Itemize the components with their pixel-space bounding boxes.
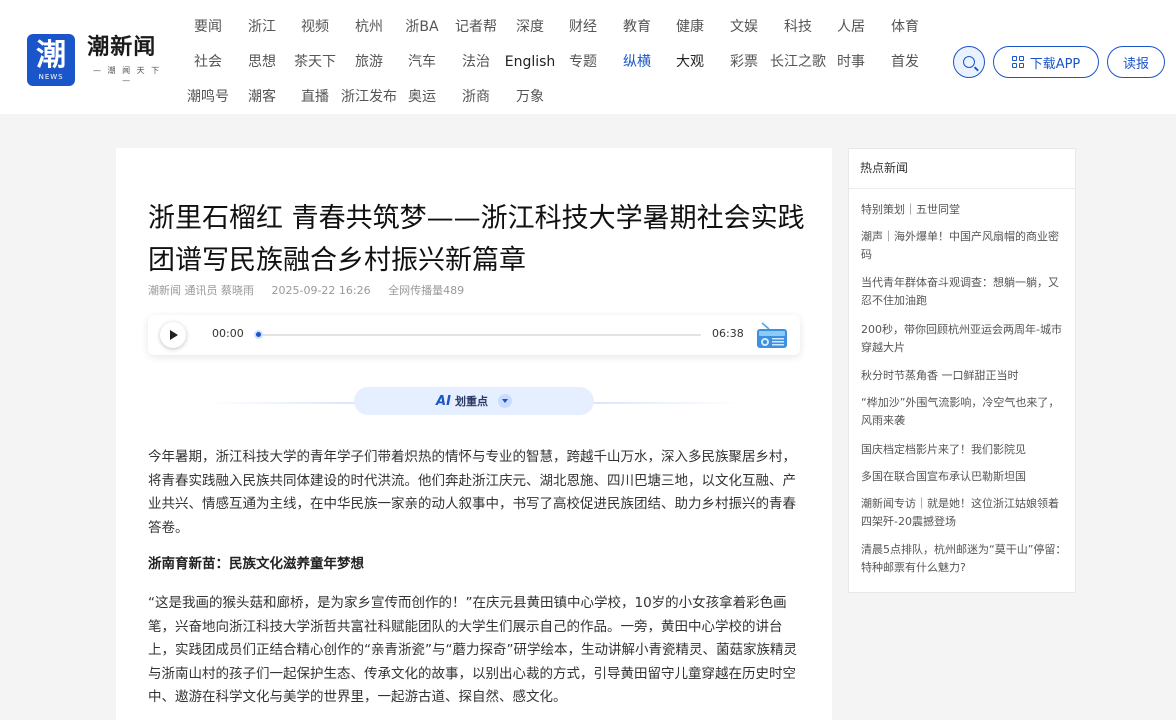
sidebar-divider [849,188,1075,189]
play-icon [170,330,178,340]
nav-item[interactable]: 潮鸣号 [180,80,236,114]
article-subhead: 浙南育新苗：民族文化滋养童年梦想 [148,556,364,572]
article-meta: 潮新闻 通讯员 蔡晓雨 2025-09-22 16:26 全网传播量489 [148,282,478,298]
nav-item[interactable]: 深度 [502,10,558,44]
nav-item[interactable]: 浙江 [234,10,290,44]
logo-text: 潮新闻 — 潮 闻 天 下 — [87,35,167,85]
nav-item[interactable]: 人居 [823,10,879,44]
nav-item[interactable]: 体育 [877,10,933,44]
hot-news-item[interactable]: 秋分时节蒸角香 一口鲜甜正当时 [861,367,1069,385]
brand-slogan: — 潮 闻 天 下 — [93,66,162,85]
nav-item[interactable]: 要闻 [180,10,236,44]
hot-news-item[interactable]: 国庆档定档影片来了！我们影院见 [861,441,1069,459]
article-paragraph: 今年暑期，浙江科技大学的青年学子们带着炽热的情怀与专业的智慧，跨越千山万水，深入… [148,449,796,536]
nav-item[interactable]: 财经 [555,10,611,44]
read-paper-label: 读报 [1122,56,1149,72]
radio-icon [757,322,787,348]
logo-mark: 潮 NEWS [27,34,76,86]
nav-item[interactable]: 思想 [234,45,290,79]
nav-item[interactable]: 杭州 [341,10,397,44]
nav-item[interactable]: 旅游 [341,45,397,79]
article-reach: 全网传播量489 [388,284,465,297]
nav-item[interactable]: 健康 [662,10,718,44]
nav-item[interactable]: 浙商 [448,80,504,114]
nav-item[interactable]: 浙BA [394,10,450,44]
hot-news-sidebar: 热点新闻 特别策划｜五世同堂 潮声｜海外爆单！中国产风扇帽的商业密码 当代青年群… [848,148,1076,593]
hot-news-item[interactable]: 特别策划｜五世同堂 [861,201,1069,219]
nav-item[interactable]: 长江之歌 [770,45,826,79]
nav-item[interactable]: 万象 [502,80,558,114]
nav-item[interactable]: 大观 [662,45,718,79]
nav-item[interactable]: 社会 [180,45,236,79]
chevron-down-icon [497,394,512,408]
ai-highlights-label: 划重点 [454,395,488,408]
hot-news-item[interactable]: 200秒，带你回顾杭州亚运会两周年-城市穿越大片 [861,321,1069,357]
sidebar-title: 热点新闻 [860,161,909,175]
nav-item[interactable]: 科技 [770,10,826,44]
nav-item[interactable]: 直播 [287,80,343,114]
download-app-label: 下载APP [1029,56,1081,72]
hot-news-item[interactable]: 多国在联合国宣布承认巴勒斯坦国 [861,468,1069,486]
nav-item[interactable]: 潮客 [234,80,290,114]
nav-item[interactable]: 文娱 [716,10,772,44]
hot-news-item[interactable]: 清晨5点排队，杭州邮迷为“莫干山”停留：特种邮票有什么魅力? [861,541,1069,577]
article-source: 潮新闻 通讯员 蔡晓雨 [148,284,254,297]
nav-item-english[interactable]: English [502,45,558,79]
hot-news-item[interactable]: “桦加沙”外围气流影响，冷空气也来了，风雨来袭 [861,394,1069,430]
hot-news-item[interactable]: 潮新闻专访｜就是她！这位浙江姑娘领着四架歼-20震撼登场 [861,495,1069,531]
nav-item[interactable]: 记者帮 [448,10,504,44]
nav-item-active[interactable]: 纵横 [609,45,665,79]
hot-news-item[interactable]: 当代青年群体奋斗观调查：想躺一躺，又忍不住加油跑 [861,274,1069,310]
nav-item[interactable]: 汽车 [394,45,450,79]
site-logo[interactable]: 潮 NEWS 潮新闻 — 潮 闻 天 下 — [27,34,167,86]
audio-progress-track[interactable] [255,334,701,336]
ai-icon: AI [436,393,451,409]
logo-glyph: 潮 [36,37,67,73]
nav-item[interactable]: 视频 [287,10,343,44]
nav-item[interactable]: 浙江发布 [341,80,397,114]
read-paper-button[interactable]: 读报 [1107,46,1165,78]
nav-item[interactable]: 茶天下 [287,45,343,79]
article-title: 浙里石榴红 青春共筑梦——浙江科技大学暑期社会实践团谱写民族融合乡村振兴新篇章 [148,203,805,276]
article-panel: 浙里石榴红 青春共筑梦——浙江科技大学暑期社会实践团谱写民族融合乡村振兴新篇章 … [116,148,832,720]
audio-current-time: 00:00 [212,327,244,340]
nav-item[interactable]: 时事 [823,45,879,79]
nav-item[interactable]: 奥运 [394,80,450,114]
nav-item[interactable]: 彩票 [716,45,772,79]
search-button[interactable] [953,46,985,78]
logo-badge: NEWS [38,72,64,81]
audio-duration: 06:38 [712,327,744,340]
nav-item[interactable]: 专题 [555,45,611,79]
brand-name: 潮新闻 [87,35,157,60]
hot-news-item[interactable]: 潮声｜海外爆单！中国产风扇帽的商业密码 [861,228,1069,264]
download-app-button[interactable]: 下载APP [993,46,1099,78]
article-time: 2025-09-22 16:26 [271,284,371,297]
site-header: 潮 NEWS 潮新闻 — 潮 闻 天 下 — 要闻 浙江 视频 杭州 浙BA 记… [0,0,1176,114]
audio-progress-handle[interactable] [254,330,263,339]
play-button[interactable] [160,322,186,348]
ai-highlights-button[interactable]: AI 划重点 [354,387,594,415]
nav-item[interactable]: 首发 [877,45,933,79]
article-paragraph: “这是我画的猴头菇和廊桥，是为家乡宣传而创作的！”在庆元县黄田镇中心学校，10岁… [148,595,797,705]
search-icon [963,56,975,68]
app-grid-icon [1011,56,1024,68]
audio-player: 00:00 06:38 [148,315,800,355]
nav-item[interactable]: 法治 [448,45,504,79]
nav-item[interactable]: 教育 [609,10,665,44]
